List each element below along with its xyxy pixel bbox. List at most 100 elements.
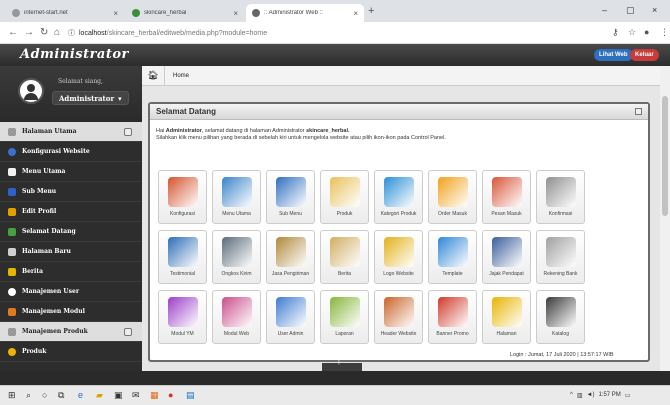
sidebar-section-halaman-utama[interactable]: Halaman Utama [0,122,142,142]
browser-tab-1[interactable]: internet-start.net × [6,4,124,22]
tile-menu-utama[interactable]: Menu Utama [212,170,261,224]
tile-kategori-produk[interactable]: Kategori Produk [374,170,423,224]
new-tab-button[interactable]: + [368,5,374,17]
sidebar-item-menu-utama[interactable]: Menu Utama [0,162,142,182]
tile-logo-website[interactable]: Logo Website [374,230,423,284]
menu-icon[interactable]: ⋮ [660,27,669,38]
tile-modul-ym[interactable]: Modul YM [158,290,207,344]
key-icon[interactable]: ⚷ [612,27,619,38]
tile-template[interactable]: Template [428,230,477,284]
tile-label: Halaman [496,331,517,337]
scroll-top-button[interactable]: ↑ [322,353,362,371]
tile-konfigurasi[interactable]: Konfigurasi [158,170,207,224]
tile-sub-menu[interactable]: Sub Menu [266,170,315,224]
tile-rekening-bank[interactable]: Rekening Bank [536,230,585,284]
sidebar-item-manajemen-modul[interactable]: Manajemen Modul [0,302,142,322]
collapse-icon[interactable] [124,128,132,136]
url-field[interactable]: ⓘ localhost/skincare_herbal/editweb/medi… [68,26,588,40]
chrome-icon[interactable]: ● [168,390,173,400]
close-icon[interactable]: × [233,9,238,18]
word-icon[interactable]: ▤ [186,390,195,401]
logout-button[interactable]: Keluar [630,49,659,61]
tile-jasa-pengiriman[interactable]: Jasa Pengiriman [266,230,315,284]
edge-icon[interactable]: e [78,390,83,400]
sidebar-item-halaman-baru[interactable]: Halaman Baru [0,242,142,262]
user-dropdown[interactable]: Administrator ▾ [52,91,129,105]
pesan-masuk-icon [491,177,522,207]
chevron-up-icon[interactable]: ^ [570,392,573,399]
star-icon[interactable]: ☆ [628,27,636,38]
tile-testimonial[interactable]: Testimonial [158,230,207,284]
breadcrumb: 🏠︎ Home [142,65,660,86]
minimize-button[interactable]: – [602,5,607,15]
sidebar-item-label: Berita [22,268,43,275]
sidebar-item-konfigurasi[interactable]: Konfigurasi Website [0,142,142,162]
scrollbar-thumb[interactable] [662,96,668,216]
tile-laporan[interactable]: Laporan [320,290,369,344]
lihat-web-button[interactable]: Lihat Web [594,49,633,61]
tile-berita[interactable]: Berita [320,230,369,284]
tile-konfirmasi[interactable]: Konfirmasi [536,170,585,224]
network-icon[interactable]: ▥ [577,392,583,399]
sidebar-item-edit-profil[interactable]: Edit Profil [0,202,142,222]
minimize-panel-icon[interactable] [635,108,642,115]
sidebar-item-selamat-datang[interactable]: Selamat Datang [0,222,142,242]
tab-title: skincare_herbal [144,10,187,16]
browser-tab-2[interactable]: skincare_herbal × [126,4,244,22]
app-icon[interactable]: ▦ [150,390,159,401]
profile-icon[interactable]: ● [644,27,649,37]
ongkos-kirim-icon [221,237,252,267]
reload-icon[interactable]: ↻ [40,27,48,38]
tile-modul-web[interactable]: Modul Web [212,290,261,344]
search-icon[interactable]: ⌕ [26,390,31,401]
notification-icon[interactable]: ▭ [625,392,631,399]
tile-pesan-masuk[interactable]: Pesan Masuk [482,170,531,224]
forward-icon[interactable]: → [24,27,34,38]
menu-icon [8,167,16,176]
tile-ongkos-kirim[interactable]: Ongkos Kirim [212,230,261,284]
file-explorer-icon[interactable]: ▰ [96,390,103,401]
breadcrumb-home[interactable]: Home [164,65,189,86]
maximize-button[interactable]: ▢ [626,5,635,16]
tile-label: User Admin [277,331,304,337]
close-window-button[interactable]: × [652,5,657,15]
sidebar-item-berita[interactable]: Berita [0,262,142,282]
sidebar-section-manajemen-produk[interactable]: Manajemen Produk [0,322,142,342]
close-icon[interactable]: × [113,9,118,18]
sidebar: Selamat siang, Administrator ▾ Halaman U… [0,66,142,371]
tile-banner-promo[interactable]: Banner Promo [428,290,477,344]
vertical-scrollbar[interactable] [660,66,670,371]
clock[interactable]: 1:57 PM [598,392,620,399]
tab-favicon [12,9,20,17]
welcome-icon [8,227,16,236]
back-icon[interactable]: ← [8,27,18,38]
sidebar-item-label: Manajemen Produk [22,328,88,335]
cortana-icon[interactable]: ○ [42,390,47,400]
sidebar-item-produk[interactable]: Produk [0,342,142,362]
tile-header-website[interactable]: Header Website [374,290,423,344]
browser-tab-3[interactable]: :: Administrator Web :: × [246,4,364,22]
windows-start-icon[interactable]: ⊞ [8,390,16,401]
tile-produk[interactable]: Produk [320,170,369,224]
tile-katalog[interactable]: Katalog [536,290,585,344]
tile-user-admin[interactable]: User Admin [266,290,315,344]
tile-jajak-pendapat[interactable]: Jajak Pendapat [482,230,531,284]
katalog-icon [545,297,576,327]
close-icon[interactable]: × [353,9,358,18]
panel-title: Selamat Datang [156,107,217,116]
home-icon[interactable]: ⌂ [54,27,60,38]
tile-halaman[interactable]: Halaman [482,290,531,344]
mail-icon[interactable]: ✉ [132,390,140,401]
store-icon[interactable]: ▣ [114,390,123,401]
info-icon[interactable]: ⓘ [68,28,75,38]
sidebar-item-sub-menu[interactable]: Sub Menu [0,182,142,202]
collapse-icon[interactable] [124,328,132,336]
volume-icon[interactable]: ◄) [587,392,595,399]
tile-label: Jasa Pengiriman [271,271,310,277]
sidebar-item-manajemen-user[interactable]: Manajemen User [0,282,142,302]
tile-order-masuk[interactable]: Order Masuk [428,170,477,224]
modul-web-icon [221,297,252,327]
page-icon [8,127,16,136]
home-icon[interactable]: 🏠︎ [142,66,164,86]
task-view-icon[interactable]: ⧉ [58,390,64,401]
